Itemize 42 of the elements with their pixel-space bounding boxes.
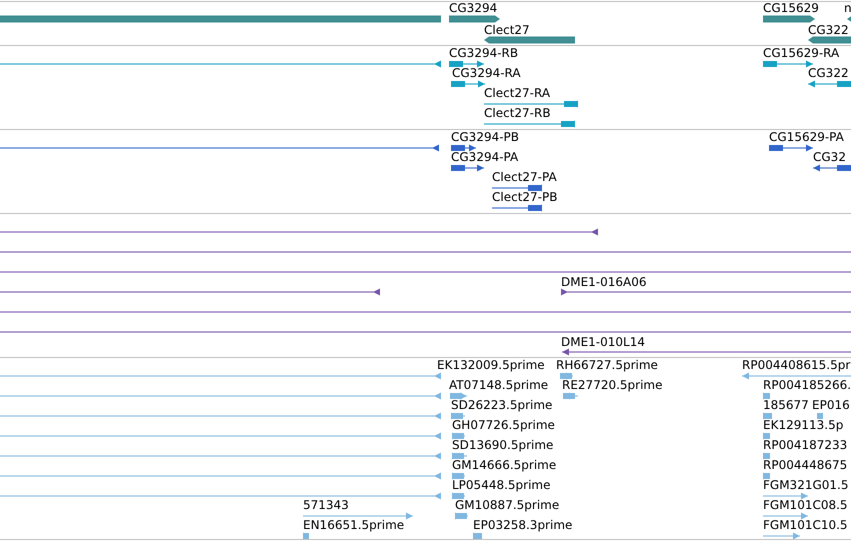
feature-label: SD26223.5prime <box>451 398 552 412</box>
feature-label: 185677 <box>763 398 809 412</box>
feature-label: EK132009.5prime <box>437 358 545 372</box>
feature-label: SD13690.5prime <box>452 438 554 452</box>
feature-label: CG15629 <box>763 1 819 15</box>
feature-label: Clect27-PA <box>492 170 557 184</box>
feature-label: FGM101C10.5 <box>763 518 848 532</box>
feature-label: FGM321G01.5 <box>763 478 848 492</box>
feature-label: GH07726.5prime <box>452 418 555 432</box>
feature-label: n <box>844 1 851 15</box>
feature-label: DME1-016A06 <box>561 275 647 289</box>
feature-label: RP004185266. <box>763 378 851 392</box>
feature-label: CG322 <box>808 23 849 37</box>
feature-label: FGM101C08.5 <box>763 498 848 512</box>
feature-label: RE27720.5prime <box>562 378 662 392</box>
feature-label: CG322 <box>808 66 849 80</box>
feature-label: RP004187233 <box>763 438 848 452</box>
feature-label: EP016 <box>812 398 850 412</box>
feature-label: CG15629-PA <box>769 130 844 144</box>
feature-label: CG3294-RB <box>449 46 518 60</box>
feature-label: CG15629-RA <box>763 46 840 60</box>
feature-label: GM10887.5prime <box>455 498 560 512</box>
feature-label: EN16651.5prime <box>303 518 404 532</box>
feature-label: Clect27-PB <box>492 190 558 204</box>
feature-label: RH66727.5prime <box>556 358 658 372</box>
feature-label: GM14666.5prime <box>452 458 556 472</box>
feature-label: CG3294-PA <box>451 150 518 164</box>
feature-label: DME1-010L14 <box>561 335 645 349</box>
feature-label: EK129113.5p <box>763 418 844 432</box>
feature-label: CG3294-RA <box>452 66 521 80</box>
feature-label: Clect27-RA <box>484 86 550 100</box>
feature-label: CG3294-PB <box>451 130 520 144</box>
feature-label: Clect27 <box>484 23 530 37</box>
feature-label: EP03258.3prime <box>473 518 572 532</box>
feature-label: 571343 <box>303 498 349 512</box>
feature-label: AT07148.5prime <box>449 378 548 392</box>
feature-label: LP05448.5prime <box>452 478 551 492</box>
feature-label: Clect27-RB <box>484 106 551 120</box>
feature-label: CG32 <box>813 150 846 164</box>
feature-label: RP004448675 <box>763 458 848 472</box>
feature-label: CG3294 <box>449 1 498 15</box>
feature-label: RP004408615.5pr <box>742 358 850 372</box>
